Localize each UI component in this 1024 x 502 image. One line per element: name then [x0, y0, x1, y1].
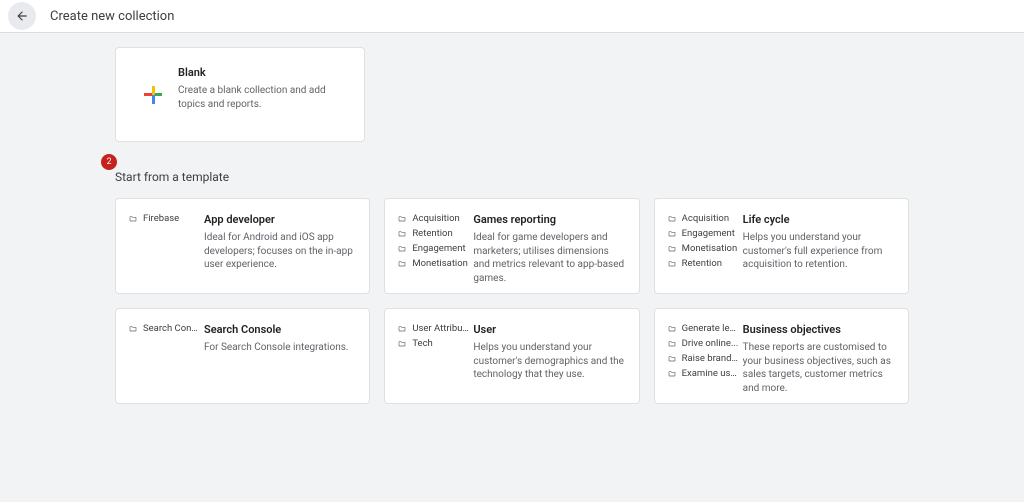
template-side-row: Examine user... [667, 368, 739, 379]
template-main: Life cycle Helps you understand your cust… [743, 213, 896, 279]
template-section-header: 2 Start from a template [115, 158, 909, 184]
template-desc: Ideal for Android and iOS app developers… [204, 231, 357, 272]
folder-icon [667, 230, 677, 238]
template-title: App developer [204, 213, 357, 226]
folder-icon [397, 260, 407, 268]
folder-icon [667, 370, 677, 378]
template-side: Acquisition Retention Engagement Monetisati… [397, 213, 473, 279]
template-side-label: Engagement [412, 243, 465, 254]
template-side-row: Generate leads [667, 323, 739, 334]
template-side-row: Retention [667, 258, 739, 269]
content-area: Blank Create a blank collection and add … [0, 33, 1024, 418]
template-side-label: Monetisation [412, 258, 468, 269]
folder-icon [397, 340, 407, 348]
template-side-label: Monetisation [682, 243, 738, 254]
template-side-row: Acquisition [667, 213, 739, 224]
template-card[interactable]: Acquisition Engagement Monetisation Retenti… [654, 198, 909, 294]
section-title: Start from a template [115, 158, 909, 184]
template-grid: Firebase App developer Ideal for Android a… [115, 198, 909, 404]
template-side: Search Console [128, 323, 204, 389]
template-side-row: Tech [397, 338, 469, 349]
template-side: Firebase [128, 213, 204, 279]
folder-icon [397, 215, 407, 223]
template-side-label: Tech [412, 338, 432, 349]
step-badge: 2 [101, 154, 117, 170]
folder-icon [667, 325, 677, 333]
arrow-left-icon [15, 9, 29, 23]
template-side-label: Drive online... [682, 338, 739, 349]
template-side-label: Engagement [682, 228, 735, 239]
template-side: Generate leads Drive online... Raise brand… [667, 323, 743, 389]
template-title: Business objectives [743, 323, 896, 336]
template-title: User [473, 323, 626, 336]
folder-icon [667, 355, 677, 363]
template-desc: For Search Console integrations. [204, 341, 357, 355]
folder-icon [397, 230, 407, 238]
template-desc: Ideal for game developers and marketers;… [473, 231, 626, 285]
blank-card-text: Blank Create a blank collection and add … [172, 66, 346, 123]
template-side-label: Examine user... [682, 368, 739, 379]
template-side-label: Generate leads [682, 323, 739, 334]
template-side-row: Raise brand... [667, 353, 739, 364]
template-side-label: Retention [682, 258, 722, 269]
blank-card-desc: Create a blank collection and add topics… [178, 84, 346, 111]
folder-icon [128, 325, 138, 333]
template-card[interactable]: User Attributes Tech User Helps you underst… [384, 308, 639, 404]
template-side-label: Acquisition [682, 213, 729, 224]
folder-icon [667, 215, 677, 223]
template-main: Business objectivesThese reports are cus… [743, 323, 896, 389]
template-side-row: Engagement [397, 243, 469, 254]
template-side-label: Acquisition [412, 213, 459, 224]
template-side-row: Retention [397, 228, 469, 239]
folder-icon [667, 340, 677, 348]
template-main: App developer Ideal for Android and iOS a… [204, 213, 357, 279]
template-side-row: Acquisition [397, 213, 469, 224]
template-desc: Helps you understand your customer's dem… [473, 341, 626, 382]
template-side-label: Search Console [143, 323, 200, 334]
template-card[interactable]: Generate leads Drive online... Raise brand… [654, 308, 909, 404]
blank-card-icon-wrap [134, 66, 172, 123]
folder-icon [667, 245, 677, 253]
blank-card-title: Blank [178, 66, 346, 79]
template-desc: Helps you understand your customer's ful… [743, 231, 896, 272]
plus-icon [144, 86, 162, 104]
folder-icon [397, 325, 407, 333]
template-desc: These reports are customised to your bus… [743, 341, 896, 395]
template-side-row: User Attributes [397, 323, 469, 334]
template-side-row: Monetisation [667, 243, 739, 254]
template-card[interactable]: Search Console Search Console For Search C… [115, 308, 370, 404]
template-main: Search Console For Search Console integra… [204, 323, 357, 389]
template-title: Games reporting [473, 213, 626, 226]
template-card[interactable]: Firebase App developer Ideal for Android a… [115, 198, 370, 294]
template-side-row: Monetisation [397, 258, 469, 269]
template-title: Search Console [204, 323, 357, 336]
template-side-row: Search Console [128, 323, 200, 334]
template-side-row: Engagement [667, 228, 739, 239]
folder-icon [667, 260, 677, 268]
template-side-row: Drive online... [667, 338, 739, 349]
template-side-label: Raise brand... [682, 353, 739, 364]
template-main: Games reportingIdeal for game developers… [473, 213, 626, 279]
blank-collection-card[interactable]: Blank Create a blank collection and add … [115, 47, 365, 142]
template-title: Life cycle [743, 213, 896, 226]
template-main: User Helps you understand your customer's… [473, 323, 626, 389]
template-side: User Attributes Tech [397, 323, 473, 389]
folder-icon [397, 245, 407, 253]
header: Create new collection [0, 0, 1024, 33]
template-card[interactable]: Acquisition Retention Engagement Monetisati… [384, 198, 639, 294]
template-side-label: Retention [412, 228, 452, 239]
page-title: Create new collection [50, 9, 174, 24]
template-side-label: User Attributes [412, 323, 469, 334]
folder-icon [128, 215, 138, 223]
back-button[interactable] [8, 2, 36, 30]
template-side: Acquisition Engagement Monetisation Retenti… [667, 213, 743, 279]
template-side-row: Firebase [128, 213, 200, 224]
template-side-label: Firebase [143, 213, 179, 224]
